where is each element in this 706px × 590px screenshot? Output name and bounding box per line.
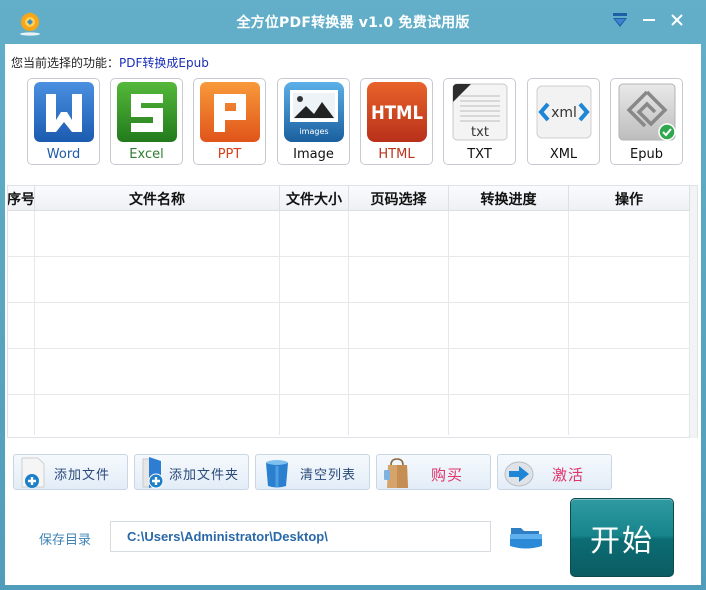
format-label: Epub	[630, 147, 663, 162]
window-title: 全方位PDF转换器 v1.0 免费试用版	[236, 15, 470, 31]
browse-folder-button[interactable]	[509, 525, 543, 551]
title-bar: 全方位PDF转换器 v1.0 免费试用版	[0, 0, 706, 44]
file-table: 序号 文件名称 文件大小 页码选择 转换进度 操作	[7, 185, 698, 438]
current-function-label: 您当前选择的功能：	[11, 56, 120, 70]
clear-list-label: 清空列表	[300, 468, 357, 483]
table-row	[8, 303, 690, 349]
column-header-filename[interactable]: 文件名称	[35, 186, 280, 211]
table-row	[8, 211, 690, 257]
column-header-progress[interactable]: 转换进度	[449, 186, 569, 211]
xml-icon-text: xml	[551, 105, 577, 121]
main-panel: 您当前选择的功能：PDF转换成Epub Word Excel PPT image…	[5, 44, 701, 585]
html-icon: HTML	[367, 82, 427, 142]
format-excel-button[interactable]: Excel	[110, 78, 183, 165]
xml-icon: xml	[536, 85, 592, 139]
add-folder-icon	[142, 457, 164, 489]
activate-label: 激活	[552, 466, 585, 484]
format-word-button[interactable]: Word	[27, 78, 100, 165]
epub-icon	[618, 83, 676, 141]
save-directory-label: 保存目录	[39, 533, 92, 548]
format-label: Word	[46, 147, 81, 162]
add-file-button[interactable]: 添加文件	[13, 454, 128, 490]
format-label: TXT	[467, 147, 492, 162]
menu-dropdown-icon	[613, 13, 627, 27]
activate-arrow-icon	[504, 461, 534, 487]
minimize-button[interactable]	[638, 9, 660, 31]
table-header: 序号 文件名称 文件大小 页码选择 转换进度 操作	[8, 186, 690, 211]
format-label: Excel	[129, 147, 164, 162]
column-header-filesize[interactable]: 文件大小	[280, 186, 349, 211]
image-icon-text: images	[299, 127, 328, 136]
current-function: 您当前选择的功能：PDF转换成Epub	[11, 54, 209, 71]
format-label: Image	[293, 147, 334, 162]
table-row	[8, 349, 690, 395]
table-scrollbar[interactable]	[689, 186, 697, 438]
format-txt-button[interactable]: txt TXT	[443, 78, 516, 165]
format-label: PPT	[217, 147, 242, 162]
buy-button[interactable]: 购买	[376, 454, 491, 490]
word-icon	[34, 82, 94, 142]
menu-button[interactable]	[609, 9, 631, 31]
add-folder-label: 添加文件夹	[169, 468, 240, 483]
start-button[interactable]: 开始	[570, 498, 674, 577]
add-file-label: 添加文件	[54, 468, 111, 483]
save-directory-input[interactable]: C:\Users\Administrator\Desktop\	[110, 521, 491, 552]
format-label: HTML	[378, 147, 415, 162]
clear-list-button[interactable]: 清空列表	[255, 454, 370, 490]
column-header-actions[interactable]: 操作	[569, 186, 690, 211]
excel-icon	[117, 82, 177, 142]
format-label: XML	[549, 147, 578, 162]
table-row	[8, 395, 690, 435]
shopping-bag-icon	[384, 458, 408, 488]
close-button[interactable]	[666, 9, 688, 31]
minimize-icon	[643, 19, 655, 21]
trash-icon	[266, 460, 288, 488]
ppt-icon	[200, 82, 260, 142]
buy-label: 购买	[431, 466, 464, 484]
column-header-page-range[interactable]: 页码选择	[349, 186, 449, 211]
column-header-index[interactable]: 序号	[8, 186, 35, 211]
txt-icon: txt	[452, 83, 508, 141]
format-ppt-button[interactable]: PPT	[193, 78, 266, 165]
app-window: 全方位PDF转换器 v1.0 免费试用版 您当前选择的功能：PDF转换成Epub	[0, 0, 706, 590]
add-folder-button[interactable]: 添加文件夹	[134, 454, 249, 490]
image-icon: images	[284, 82, 344, 142]
close-icon	[671, 14, 683, 26]
add-file-icon	[21, 457, 45, 488]
selected-check-badge	[658, 123, 676, 141]
current-function-value: PDF转换成Epub	[119, 56, 209, 70]
activate-button[interactable]: 激活	[497, 454, 612, 490]
html-icon-text: HTML	[371, 102, 423, 124]
table-row	[8, 257, 690, 303]
format-epub-button[interactable]: Epub	[610, 78, 683, 165]
format-image-button[interactable]: images Image	[277, 78, 350, 165]
format-html-button[interactable]: HTML HTML	[360, 78, 433, 165]
format-xml-button[interactable]: xml XML	[527, 78, 600, 165]
table-body	[8, 211, 690, 435]
folder-icon	[510, 528, 542, 549]
txt-icon-text: txt	[471, 125, 489, 140]
